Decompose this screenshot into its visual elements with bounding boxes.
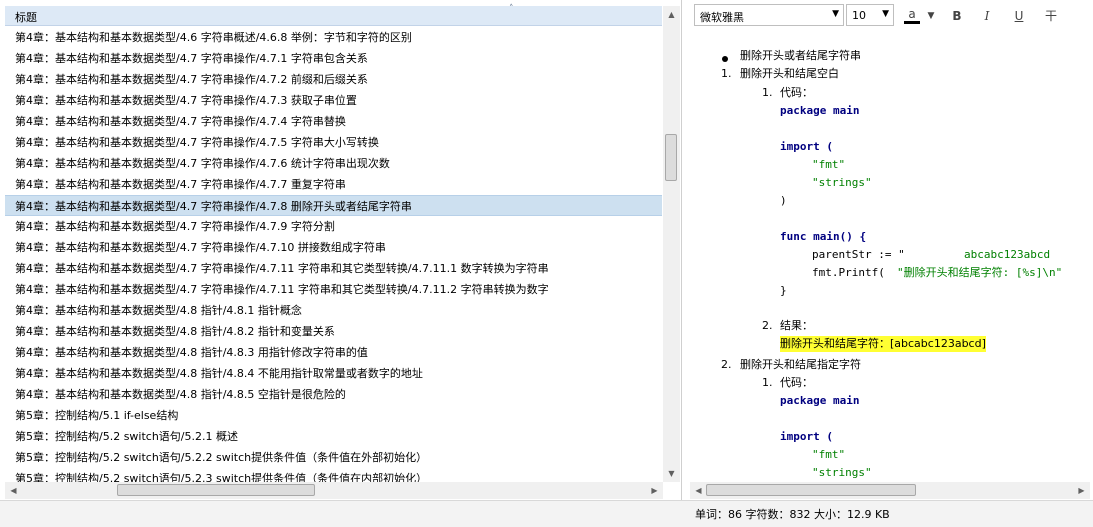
font-family-select[interactable]: 微软雅黑 ▼ bbox=[694, 4, 844, 26]
item1-title: 删除开头和结尾空白 bbox=[740, 67, 839, 80]
list-item[interactable]: 第4章：基本结构和基本数据类型/4.7 字符串操作/4.7.3 获取子串位置 bbox=[5, 90, 662, 111]
horizontal-scroll-thumb[interactable] bbox=[117, 484, 315, 496]
underline-button[interactable]: U bbox=[1010, 7, 1028, 25]
code-line: } bbox=[780, 284, 787, 297]
code-line: parentStr := " bbox=[812, 248, 905, 261]
scroll-right-icon[interactable]: ▶ bbox=[646, 482, 663, 499]
list-item[interactable]: 第4章：基本结构和基本数据类型/4.8 指针/4.8.3 用指针修改字符串的值 bbox=[5, 342, 662, 363]
code-line: "fmt" bbox=[812, 158, 846, 171]
list-item[interactable]: 第4章：基本结构和基本数据类型/4.7 字符串操作/4.7.5 字符串大小写转换 bbox=[5, 132, 662, 153]
document-stats: 单词：86 字符数：832 大小：12.9 KB bbox=[695, 508, 890, 521]
list-item[interactable]: 第5章：控制结构/5.2 switch语句/5.2.2 switch提供条件值（… bbox=[5, 447, 662, 468]
result-output: 删除开头和结尾字符：[abcabc123abcd] bbox=[780, 336, 986, 352]
status-bar: 单词：86 字符数：832 大小：12.9 KB bbox=[0, 500, 1093, 527]
bullet-item-text: 删除开头或者结尾字符串 bbox=[740, 49, 861, 62]
chevron-down-icon: ▼ bbox=[882, 9, 889, 19]
list-item[interactable]: 第4章：基本结构和基本数据类型/4.7 字符串操作/4.7.2 前缀和后缀关系 bbox=[5, 69, 662, 90]
editor-horizontal-scrollbar[interactable]: ◀ ▶ bbox=[690, 482, 1090, 499]
list-item[interactable]: 第5章：控制结构/5.2 switch语句/5.2.3 switch提供条件值（… bbox=[5, 468, 662, 482]
list-number: 1. bbox=[762, 86, 773, 99]
list-item[interactable]: 第4章：基本结构和基本数据类型/4.8 指针/4.8.1 指针概念 bbox=[5, 300, 662, 321]
code-line: "删除开头和结尾字符: [%s]\n" bbox=[897, 266, 1063, 279]
scroll-right-icon[interactable]: ▶ bbox=[1073, 482, 1090, 499]
title-list: 第4章：基本结构和基本数据类型/4.6 字符串概述/4.6.8 举例：字节和字符… bbox=[5, 27, 662, 482]
scroll-up-icon[interactable]: ▲ bbox=[663, 6, 680, 23]
font-size-select[interactable]: 10 ▼ bbox=[846, 4, 894, 26]
column-header-label: 标题 bbox=[15, 11, 37, 24]
scroll-down-icon[interactable]: ▼ bbox=[663, 465, 680, 482]
list-item[interactable]: 第4章：基本结构和基本数据类型/4.8 指针/4.8.4 不能用指针取常量或者数… bbox=[5, 363, 662, 384]
bold-button[interactable]: B bbox=[948, 7, 966, 25]
code-line: "strings" bbox=[812, 466, 872, 479]
list-number: 1. bbox=[721, 67, 732, 80]
italic-button[interactable]: I bbox=[978, 7, 996, 25]
list-item[interactable]: 第5章：控制结构/5.2 switch语句/5.2.1 概述 bbox=[5, 426, 662, 447]
list-item[interactable]: 第4章：基本结构和基本数据类型/4.7 字符串操作/4.7.8 删除开头或者结尾… bbox=[5, 195, 662, 216]
list-item[interactable]: 第4章：基本结构和基本数据类型/4.7 字符串操作/4.7.11 字符串和其它类… bbox=[5, 258, 662, 279]
item1-result-label: 结果： bbox=[780, 319, 813, 332]
list-item[interactable]: 第4章：基本结构和基本数据类型/4.7 字符串操作/4.7.9 字符分割 bbox=[5, 216, 662, 237]
font-color-button[interactable]: a bbox=[904, 7, 920, 24]
list-item[interactable]: 第4章：基本结构和基本数据类型/4.6 字符串概述/4.6.8 举例：字节和字符… bbox=[5, 27, 662, 48]
chevron-down-icon: ▼ bbox=[832, 9, 839, 19]
code-line: "strings" bbox=[812, 176, 872, 189]
list-item[interactable]: 第4章：基本结构和基本数据类型/4.7 字符串操作/4.7.4 字符串替换 bbox=[5, 111, 662, 132]
bullet-icon bbox=[722, 56, 728, 62]
font-size-value: 10 bbox=[852, 9, 866, 22]
list-item[interactable]: 第4章：基本结构和基本数据类型/4.7 字符串操作/4.7.7 重复字符串 bbox=[5, 174, 662, 195]
note-editor[interactable]: 删除开头或者结尾字符串 1. 删除开头和结尾空白 1. 代码： package … bbox=[690, 44, 1088, 481]
code-line: import ( bbox=[780, 430, 833, 443]
list-item[interactable]: 第5章：控制结构/5.1 if-else结构 bbox=[5, 405, 662, 426]
list-number: 2. bbox=[762, 319, 773, 332]
list-number: 2. bbox=[721, 358, 732, 371]
format-toolbar: 微软雅黑 ▼ 10 ▼ a ▼ B I U 干 bbox=[690, 4, 1090, 28]
vertical-scroll-thumb[interactable] bbox=[665, 134, 677, 181]
list-item[interactable]: 第4章：基本结构和基本数据类型/4.7 字符串操作/4.7.10 拼接数组成字符… bbox=[5, 237, 662, 258]
item1-code-label: 代码： bbox=[780, 86, 813, 99]
list-number: 1. bbox=[762, 376, 773, 389]
scroll-left-icon[interactable]: ◀ bbox=[5, 482, 22, 499]
list-item[interactable]: 第4章：基本结构和基本数据类型/4.8 指针/4.8.5 空指针是很危险的 bbox=[5, 384, 662, 405]
code-line: import ( bbox=[780, 140, 833, 153]
column-header-title[interactable]: 标题 ˄ bbox=[5, 4, 662, 26]
code-line: "fmt" bbox=[812, 448, 846, 461]
code-line: ) bbox=[780, 194, 787, 207]
title-list-pane: 标题 ˄ 第4章：基本结构和基本数据类型/4.6 字符串概述/4.6.8 举例：… bbox=[0, 0, 682, 500]
scroll-left-icon[interactable]: ◀ bbox=[690, 482, 707, 499]
strikethrough-button[interactable]: 干 bbox=[1042, 7, 1060, 25]
editor-horizontal-scroll-thumb[interactable] bbox=[706, 484, 916, 496]
code-line: fmt.Printf( bbox=[812, 266, 885, 279]
item2-title: 删除开头和结尾指定字符 bbox=[740, 358, 861, 371]
list-item[interactable]: 第4章：基本结构和基本数据类型/4.8 指针/4.8.2 指针和变量关系 bbox=[5, 321, 662, 342]
code-line: package main bbox=[780, 104, 860, 117]
vertical-scrollbar[interactable]: ▲ ▼ bbox=[663, 6, 680, 482]
font-family-value: 微软雅黑 bbox=[700, 11, 744, 24]
code-line: abcabc123abcd bbox=[964, 248, 1051, 261]
item2-code-label: 代码： bbox=[780, 376, 813, 389]
horizontal-scrollbar[interactable]: ◀ ▶ bbox=[5, 482, 663, 499]
list-item[interactable]: 第4章：基本结构和基本数据类型/4.7 字符串操作/4.7.11 字符串和其它类… bbox=[5, 279, 662, 300]
code-line: package main bbox=[780, 394, 860, 407]
code-line: func main() { bbox=[780, 230, 867, 243]
list-item[interactable]: 第4章：基本结构和基本数据类型/4.7 字符串操作/4.7.6 统计字符串出现次… bbox=[5, 153, 662, 174]
sort-ascending-icon: ˄ bbox=[509, 4, 514, 14]
list-item[interactable]: 第4章：基本结构和基本数据类型/4.7 字符串操作/4.7.1 字符串包含关系 bbox=[5, 48, 662, 69]
font-color-dropdown-icon[interactable]: ▼ bbox=[922, 7, 940, 25]
